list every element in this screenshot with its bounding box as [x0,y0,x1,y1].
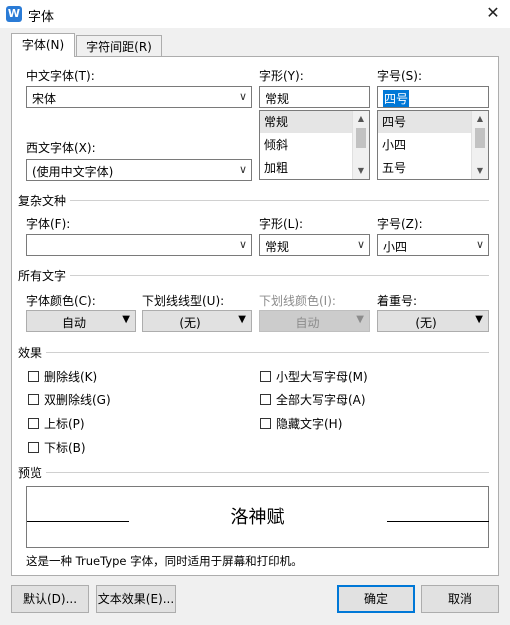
size-option[interactable]: 小四 [378,134,473,156]
scroll-thumb[interactable] [356,128,366,148]
font-color-label: 字体颜色(C): [26,294,96,308]
small-caps-checkbox[interactable] [260,371,271,382]
emphasis-value: (无) [415,316,437,330]
superscript-label[interactable]: 上标(P) [44,415,85,432]
style-input[interactable]: 常规 [259,86,370,108]
chinese-font-select[interactable]: 宋体 ∨ [26,86,252,108]
small-caps-label[interactable]: 小型大写字母(M) [276,368,368,385]
scroll-up-icon[interactable]: ▲ [353,111,369,127]
complex-style-value: 常规 [265,240,290,254]
style-option[interactable]: 倾斜 [260,134,354,156]
close-icon[interactable]: ✕ [484,4,502,22]
triangle-down-icon: ▼ [238,314,246,325]
font-color-dropdown[interactable]: 自动 ▼ [26,310,136,332]
scroll-down-icon[interactable]: ▼ [353,163,369,179]
complex-font-select[interactable]: ∨ [26,234,252,256]
size-input-value: 四号 [383,90,410,107]
size-option[interactable]: 四号 [378,111,473,133]
underline-style-label: 下划线线型(U): [142,294,225,308]
size-input[interactable]: 四号 [377,86,489,108]
emphasis-label: 着重号: [377,294,418,308]
strikethrough-label[interactable]: 删除线(K) [44,368,97,385]
size-list[interactable]: 四号 小四 五号 ▲ ▼ [377,110,489,180]
chevron-down-icon: ∨ [238,163,247,176]
triangle-down-icon: ▼ [356,314,364,325]
complex-size-value: 小四 [383,240,408,254]
triangle-down-icon: ▼ [475,314,483,325]
underline-color-label: 下划线颜色(I): [259,294,336,308]
western-font-select[interactable]: (使用中文字体) ∨ [26,159,252,181]
wps-app-icon: W [6,6,22,22]
underline-style-value: (无) [179,316,201,330]
size-label: 字号(S): [377,69,423,83]
underline-color-dropdown: 自动 ▼ [259,310,370,332]
complex-size-label: 字号(Z): [377,217,423,231]
window-title: 字体 [28,10,55,25]
cancel-button[interactable]: 取消 [421,585,499,613]
subscript-label[interactable]: 下标(B) [44,439,86,456]
hidden-text-checkbox[interactable] [260,418,271,429]
preview-box: 洛神赋 [26,486,489,548]
complex-font-label: 字体(F): [26,217,71,231]
chevron-down-icon: ∨ [475,238,484,251]
complex-style-select[interactable]: 常规 ∨ [259,234,370,256]
style-option[interactable]: 常规 [260,111,354,133]
divider [46,352,489,353]
western-font-value: (使用中文字体) [32,165,114,179]
divider [70,200,489,201]
chevron-down-icon: ∨ [356,238,365,251]
all-text-section-title: 所有文字 [18,269,67,283]
preview-note: 这是一种 TrueType 字体，同时适用于屏幕和打印机。 [26,554,303,568]
complex-size-select[interactable]: 小四 ∨ [377,234,489,256]
default-button[interactable]: 默认(D)... [11,585,89,613]
scroll-thumb[interactable] [475,128,485,148]
emphasis-dropdown[interactable]: (无) ▼ [377,310,489,332]
underline-color-value: 自动 [295,316,320,330]
superscript-checkbox[interactable] [28,418,39,429]
western-font-label: 西文字体(X): [26,141,96,155]
font-color-value: 自动 [61,316,86,330]
divider [46,472,489,473]
complex-style-label: 字形(L): [259,217,304,231]
divider [70,275,489,276]
double-strikethrough-label[interactable]: 双删除线(G) [44,391,111,408]
title-bar: W 字体 ✕ [0,0,510,28]
style-input-value: 常规 [265,92,290,106]
underline-style-dropdown[interactable]: (无) ▼ [142,310,252,332]
chevron-down-icon: ∨ [238,90,247,103]
all-caps-checkbox[interactable] [260,394,271,405]
effects-section-title: 效果 [18,346,43,360]
triangle-down-icon: ▼ [122,314,130,325]
strikethrough-checkbox[interactable] [28,371,39,382]
all-caps-label[interactable]: 全部大写字母(A) [276,391,366,408]
subscript-checkbox[interactable] [28,442,39,453]
ok-button[interactable]: 确定 [337,585,415,613]
preview-section-title: 预览 [18,466,43,480]
scroll-down-icon[interactable]: ▼ [472,163,488,179]
preview-sample-text: 洛神赋 [230,507,285,528]
style-list-scrollbar[interactable]: ▲ ▼ [352,111,369,179]
text-effect-button[interactable]: 文本效果(E)... [96,585,176,613]
tab-character-spacing[interactable]: 字符间距(R) [76,35,162,57]
style-option[interactable]: 加粗 [260,157,354,179]
double-strikethrough-checkbox[interactable] [28,394,39,405]
hidden-text-label[interactable]: 隐藏文字(H) [276,415,342,432]
tab-font[interactable]: 字体(N) [11,33,75,57]
complex-section-title: 复杂文种 [18,194,67,208]
chevron-down-icon: ∨ [238,238,247,251]
size-list-scrollbar[interactable]: ▲ ▼ [471,111,488,179]
style-label: 字形(Y): [259,69,304,83]
scroll-up-icon[interactable]: ▲ [472,111,488,127]
chinese-font-label: 中文字体(T): [26,69,95,83]
chinese-font-value: 宋体 [32,92,57,106]
style-list[interactable]: 常规 倾斜 加粗 ▲ ▼ [259,110,370,180]
size-option[interactable]: 五号 [378,157,473,179]
